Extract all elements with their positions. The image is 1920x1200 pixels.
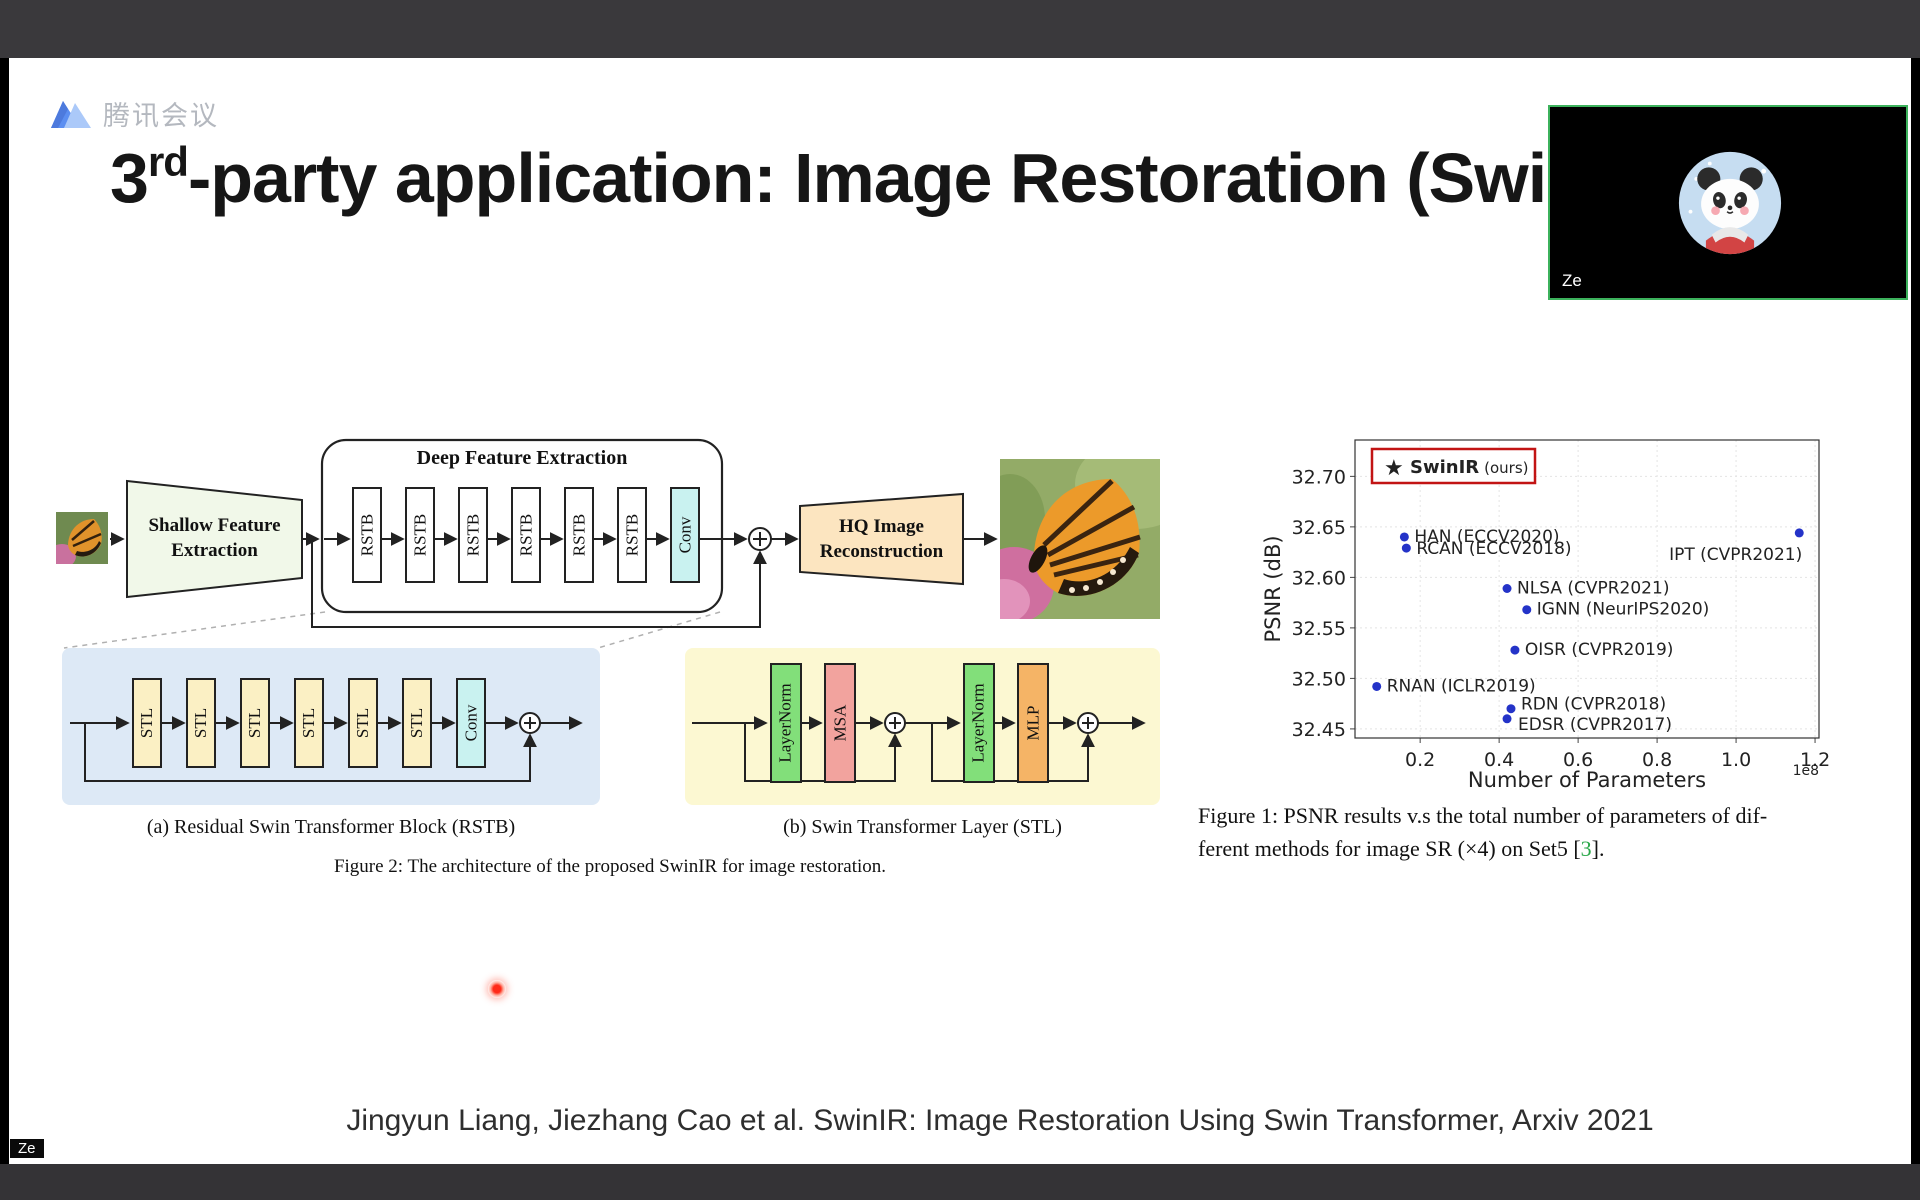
citation-ref: 3	[1581, 836, 1592, 861]
rstb-block-1: RSTB	[352, 487, 382, 583]
nlsa-label: NLSA (CVPR2021)	[1517, 578, 1669, 598]
rdn-point	[1506, 704, 1515, 713]
stl-block-6: STL	[402, 678, 432, 768]
ignn-point	[1522, 605, 1531, 614]
rstb-block-5: RSTB	[564, 487, 594, 583]
figure1-caption-line2: ferent methods for image SR (×4) on Set5…	[1198, 836, 1581, 861]
stl-block-5: STL	[348, 678, 378, 768]
svg-text:32.70: 32.70	[1292, 466, 1346, 488]
rstb-block-4: RSTB	[511, 487, 541, 583]
top-bar	[0, 0, 1920, 58]
lq-input-image	[56, 512, 108, 564]
shallow-feature-extraction-label: Shallow Feature Extraction	[132, 513, 297, 563]
title-number: 3	[110, 139, 148, 217]
svg-text:32.60: 32.60	[1292, 567, 1346, 589]
rcan-label: RCAN (ECCV2018)	[1416, 539, 1571, 559]
layernorm-block-2: LayerNorm	[963, 663, 995, 783]
screen: 腾讯会议 3rd-party application: Image Restor…	[0, 0, 1920, 1200]
ignn-label: IGNN (NeurIPS2020)	[1537, 600, 1710, 620]
edsr-point	[1503, 714, 1512, 723]
panda-avatar	[1677, 150, 1783, 256]
figure1-caption: Figure 1: PSNR results v.s the total num…	[1198, 799, 1912, 865]
stl-block-2: STL	[186, 678, 216, 768]
corner-watermark-badge: Ze	[10, 1139, 44, 1158]
han-point	[1400, 532, 1409, 541]
rstb-block-3: RSTB	[458, 487, 488, 583]
svg-text:32.50: 32.50	[1292, 668, 1346, 690]
figure2-caption: Figure 2: The architecture of the propos…	[240, 856, 980, 878]
bottom-bar	[0, 1164, 1920, 1200]
y-axis-label: PSNR (dB)	[1261, 535, 1285, 642]
laser-pointer-dot	[488, 980, 506, 998]
nlsa-point	[1503, 584, 1512, 593]
tencent-meeting-logo-icon	[48, 96, 94, 132]
svg-text:0.2: 0.2	[1405, 749, 1435, 771]
title-text: -party application: Image Restoration (S…	[188, 139, 1546, 217]
rnan-label: RNAN (ICLR2019)	[1387, 676, 1536, 696]
conv-block-rstb: Conv	[456, 678, 486, 768]
mlp-block: MLP	[1017, 663, 1049, 783]
figure1-caption-line2-end: ].	[1592, 836, 1605, 861]
title-superscript: rd	[148, 138, 188, 185]
stl-block-3: STL	[240, 678, 270, 768]
ipt-point	[1795, 528, 1804, 537]
hq-output-image	[1000, 459, 1160, 619]
stl-panel-bg	[685, 648, 1160, 805]
hq-image-reconstruction-label: HQ Image Reconstruction	[800, 514, 963, 564]
msa-block: MSA	[824, 663, 856, 783]
x-axis-label: Number of Parameters	[1468, 768, 1706, 792]
rstb-block-6: RSTB	[617, 487, 647, 583]
rnan-point	[1372, 682, 1381, 691]
paper-citation: Jingyun Liang, Jiezhang Cao et al. SwinI…	[160, 1104, 1840, 1138]
svg-text:32.45: 32.45	[1292, 719, 1346, 741]
rcan-point	[1402, 544, 1411, 553]
swinir-star-icon: ★	[1384, 456, 1404, 481]
stl-block-4: STL	[294, 678, 324, 768]
edsr-label: EDSR (CVPR2017)	[1518, 715, 1672, 735]
oisr-label: OISR (CVPR2019)	[1525, 640, 1674, 660]
slide-title: 3rd-party application: Image Restoration…	[110, 138, 1546, 218]
legend-label: SwinIR(ours)	[1410, 457, 1529, 478]
rstb-block-2: RSTB	[405, 487, 435, 583]
svg-text:1.0: 1.0	[1721, 749, 1751, 771]
oisr-point	[1510, 646, 1519, 655]
figure1-caption-line1: Figure 1: PSNR results v.s the total num…	[1198, 803, 1767, 828]
stl-block-1: STL	[132, 678, 162, 768]
psnr-parameters-chart: 0.20.40.60.81.01.232.4532.5032.5532.6032…	[1260, 430, 1860, 800]
deep-feature-extraction-label: Deep Feature Extraction	[322, 447, 722, 470]
brand-text: 腾讯会议	[103, 94, 219, 133]
participant-video-tile[interactable]: Ze	[1548, 105, 1908, 300]
layernorm-block-1: LayerNorm	[770, 663, 802, 783]
svg-text:32.65: 32.65	[1292, 517, 1346, 539]
conv-block-main: Conv	[670, 487, 700, 583]
meeting-brand: 腾讯会议	[48, 94, 219, 133]
ipt-label: IPT (CVPR2021)	[1669, 545, 1802, 565]
rdn-label: RDN (CVPR2018)	[1521, 695, 1666, 715]
svg-text:32.55: 32.55	[1292, 618, 1346, 640]
axis-scale-note: 1e8	[1793, 763, 1819, 779]
participant-name: Ze	[1562, 271, 1582, 291]
caption-stl: (b) Swin Transformer Layer (STL)	[685, 816, 1160, 839]
caption-rstb: (a) Residual Swin Transformer Block (RST…	[62, 816, 600, 839]
